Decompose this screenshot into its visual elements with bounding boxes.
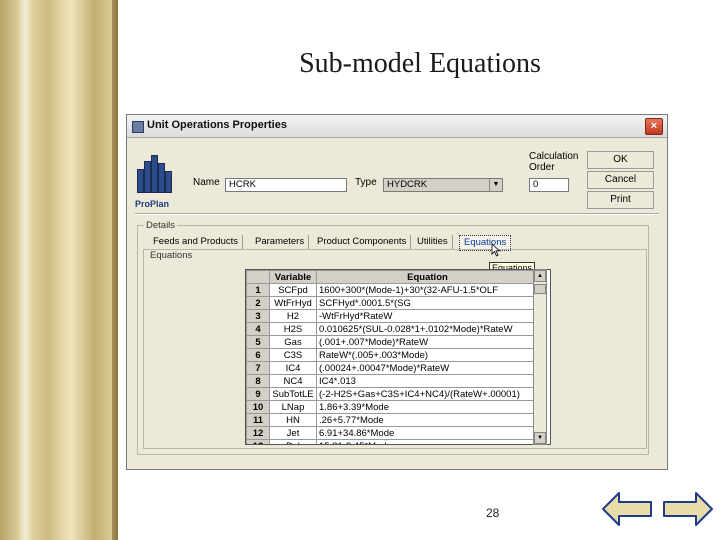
variable-cell[interactable]: Jet [269, 426, 317, 440]
tab-utilities[interactable]: Utilities [413, 235, 453, 249]
equation-cell[interactable]: 1.86+3.39*Mode [316, 400, 539, 414]
variable-cell[interactable]: NC4 [269, 374, 317, 388]
chevron-down-icon[interactable]: ▼ [489, 179, 502, 191]
variable-cell[interactable]: H2 [269, 309, 317, 323]
equation-cell[interactable]: -WtFrHyd*RateW [316, 309, 539, 323]
divider [135, 213, 659, 215]
row-number-cell[interactable]: 3 [246, 309, 270, 323]
equation-cell[interactable]: (.00024+.00047*Mode)*RateW [316, 361, 539, 375]
table-row[interactable]: 10 LNap 1.86+3.39*Mode [246, 400, 539, 414]
variable-cell[interactable]: Gas [269, 335, 317, 349]
row-number-cell[interactable]: 9 [246, 387, 270, 401]
equation-cell[interactable]: IC4*.013 [316, 374, 539, 388]
type-select-value: HYDCRK [387, 179, 428, 190]
row-number-cell[interactable]: 12 [246, 426, 270, 440]
proplan-logo: ProPlan [135, 151, 175, 211]
variable-cell[interactable]: HN [269, 413, 317, 427]
column-header-variable[interactable]: Variable [269, 270, 317, 284]
calc-order-field[interactable]: 0 [529, 178, 569, 192]
gold-sheen [18, 0, 32, 540]
row-number-cell[interactable]: 6 [246, 348, 270, 362]
type-select[interactable]: HYDCRK ▼ [383, 178, 503, 192]
page-number: 28 [486, 506, 500, 520]
row-number-cell[interactable]: 8 [246, 374, 270, 388]
variable-cell[interactable]: WtFrHyd [269, 296, 317, 310]
equations-group-label: Equations [148, 250, 195, 261]
vertical-scrollbar[interactable]: ▲ ▼ [533, 269, 547, 445]
variable-cell[interactable]: IC4 [269, 361, 317, 375]
variable-cell[interactable]: LNap [269, 400, 317, 414]
row-number-cell[interactable]: 7 [246, 361, 270, 375]
type-label: Type [355, 177, 377, 188]
equation-cell[interactable]: 0.010625*(SUL-0.028*1+.0102*Mode)*RateW [316, 322, 539, 336]
table-row[interactable]: 13Dsl15.31-8.45*Mode [246, 439, 539, 444]
print-button[interactable]: Print [587, 191, 654, 209]
equation-cell[interactable]: SCFHyd*.0001.5*(SG [316, 296, 539, 310]
close-button[interactable]: × [645, 118, 663, 135]
previous-slide-arrow-icon[interactable] [601, 491, 653, 527]
calc-order-label: Calculation Order [529, 151, 578, 173]
unit-operations-window: Unit Operations Properties × ProPlan Nam… [126, 114, 668, 470]
window-title: Unit Operations Properties [147, 119, 287, 131]
logo-label: ProPlan [135, 199, 170, 209]
equation-cell[interactable]: RateW*(.005+.003*Mode) [316, 348, 539, 362]
row-number-cell[interactable]: 1 [246, 283, 270, 297]
tab-feeds-and-products[interactable]: Feeds and Products [149, 235, 244, 249]
table-row[interactable]: 3 H2 -WtFrHyd*RateW [246, 309, 539, 323]
equation-cell[interactable]: (-2-H2S+Gas+C3S+IC4+NC4)/(RateW+.00001) [316, 387, 539, 401]
table-row[interactable]: 8 NC4 IC4*.013 [246, 374, 539, 388]
variable-cell[interactable]: C3S [269, 348, 317, 362]
scroll-down-icon[interactable]: ▼ [534, 432, 546, 444]
slide-title: Sub-model Equations [299, 48, 541, 79]
scroll-up-icon[interactable]: ▲ [534, 270, 546, 282]
window-icon [132, 121, 144, 133]
row-number-cell[interactable]: 4 [246, 322, 270, 336]
row-number-cell[interactable]: 2 [246, 296, 270, 310]
row-number-cell[interactable]: 5 [246, 335, 270, 349]
equation-cell[interactable]: (.001+.007*Mode)*RateW [316, 335, 539, 349]
name-field[interactable]: HCRK [225, 178, 347, 192]
variable-cell[interactable]: H2S [269, 322, 317, 336]
name-label: Name [193, 177, 220, 188]
column-header-equation[interactable]: Equation [316, 270, 539, 284]
row-number-cell[interactable]: 13 [246, 439, 270, 444]
equations-table: Variable Equation 1 SCFpd 1600+300*(Mode-1… [245, 269, 551, 445]
table-row[interactable]: 7 IC4 (.00024+.00047*Mode)*RateW [246, 361, 539, 375]
cancel-button[interactable]: Cancel [587, 171, 654, 189]
table-row[interactable]: 11 HN .26+5.77*Mode [246, 413, 539, 427]
mouse-pointer-icon [491, 243, 501, 257]
table-row[interactable]: 6 C3S RateW*(.005+.003*Mode) [246, 348, 539, 362]
row-number-cell[interactable]: 11 [246, 413, 270, 427]
details-label: Details [144, 220, 178, 231]
calc-order-label-line2: Order [529, 162, 555, 173]
equation-cell[interactable]: 6.91+34.86*Mode [316, 426, 539, 440]
table-row[interactable]: 5 Gas (.001+.007*Mode)*RateW [246, 335, 539, 349]
table-row[interactable]: 1 SCFpd 1600+300*(Mode-1)+30*(32-AFU-1.5*O… [246, 283, 539, 297]
tab-parameters[interactable]: Parameters [251, 235, 310, 249]
variable-cell[interactable]: SCFpd [269, 283, 317, 297]
tab-product-components[interactable]: Product Components [313, 235, 412, 249]
table-header-row: Variable Equation [246, 270, 539, 284]
scroll-thumb[interactable] [534, 284, 546, 294]
equation-cell[interactable]: .26+5.77*Mode [316, 413, 539, 427]
equation-cell[interactable]: 15.31-8.45*Mode [316, 439, 539, 444]
calc-order-label-line1: Calculation [529, 151, 579, 162]
corner-header-cell [246, 270, 270, 284]
table-row[interactable]: 9 SubTotLE (-2-H2S+Gas+C3S+IC4+NC4)/(RateW… [246, 387, 539, 401]
variable-cell[interactable]: SubTotLE [269, 387, 317, 401]
next-slide-arrow-icon[interactable] [662, 491, 714, 527]
table-row[interactable]: 12 Jet 6.91+34.86*Mode [246, 426, 539, 440]
decorative-gold-strip [0, 0, 118, 540]
ok-button[interactable]: OK [587, 151, 654, 169]
row-number-cell[interactable]: 10 [246, 400, 270, 414]
gold-edge [112, 0, 118, 540]
table-row[interactable]: 4 H2S 0.010625*(SUL-0.028*1+.0102*Mode)*Ra… [246, 322, 539, 336]
table-row[interactable]: 2 WtFrHyd SCFHyd*.0001.5*(SG [246, 296, 539, 310]
equation-cell[interactable]: 1600+300*(Mode-1)+30*(32-AFU-1.5*OLF [316, 283, 539, 297]
window-titlebar[interactable]: Unit Operations Properties × [127, 115, 667, 138]
variable-cell[interactable]: Dsl [269, 439, 317, 444]
